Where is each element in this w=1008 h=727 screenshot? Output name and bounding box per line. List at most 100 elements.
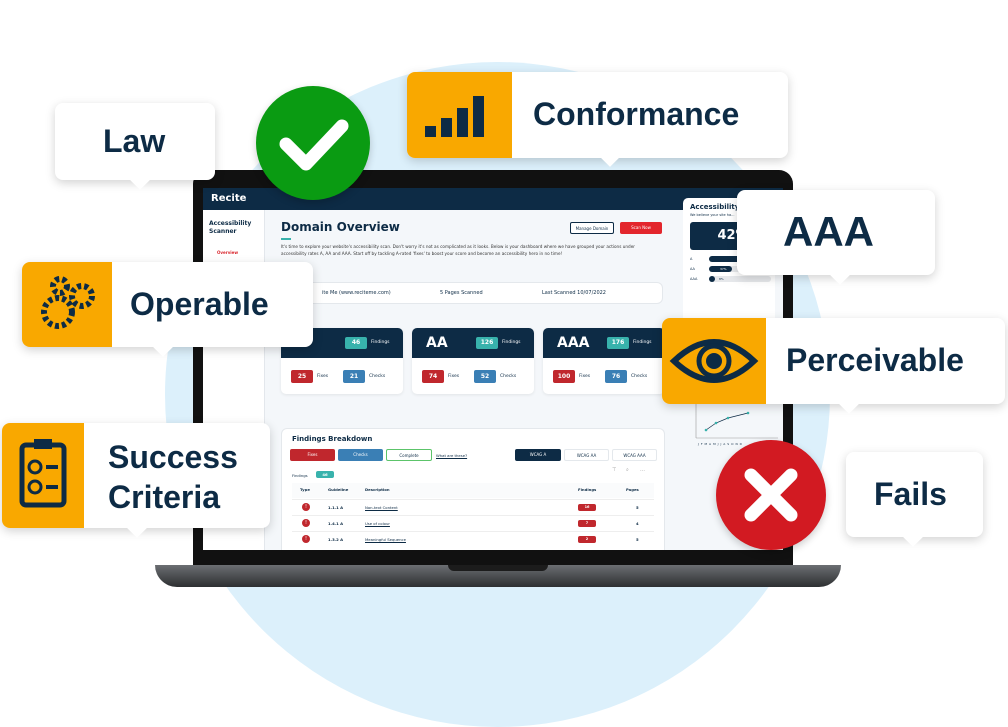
callout-success-criteria: Success Criteria	[2, 423, 270, 538]
col-pages[interactable]: Pages	[626, 487, 639, 492]
domain-name: ite Me (www.reciteme.com)	[322, 290, 391, 296]
wcag-aa-tab[interactable]: WCAG AA	[564, 449, 609, 461]
fixes-count: 74	[422, 370, 444, 383]
findings-count: 176	[607, 337, 629, 349]
findings-count: 46	[316, 471, 334, 478]
level-label: AA	[426, 335, 448, 351]
main-content: Domain Overview Manage Domain Scan Now I…	[265, 210, 675, 550]
callout-law: Law	[55, 103, 215, 190]
sidebar-item-overview[interactable]: Overview	[217, 250, 238, 255]
manage-domain-button[interactable]: Manage Domain	[570, 222, 614, 234]
callout-aaa: AAA	[737, 190, 935, 285]
level-label: AAA	[557, 335, 590, 351]
page-title: Domain Overview	[281, 220, 400, 234]
score-subtitle: We believe your site ha...	[690, 213, 735, 217]
intro-text: It's time to explore your website's acce…	[281, 244, 635, 256]
fixes-label: Fixes	[448, 374, 460, 379]
col-type[interactable]: Type	[300, 487, 310, 492]
description-link[interactable]: Non-text Content	[365, 505, 398, 510]
more-icon[interactable]: …	[640, 467, 645, 473]
bar-value: 8%	[719, 277, 724, 281]
fixes-label: Fixes	[579, 374, 591, 379]
sidebar-title: Accessibility Scanner	[209, 220, 252, 235]
table-row[interactable]: ! 1.4.1 A Use of colour 7 4	[292, 515, 654, 530]
pages-count: 4	[636, 521, 639, 526]
wcag-aaa-tab[interactable]: WCAG AAA	[612, 449, 657, 461]
findings-count: 46	[345, 337, 367, 349]
checks-count: 76	[605, 370, 627, 383]
findings-label: Findings	[371, 340, 390, 345]
checks-label: Checks	[369, 374, 386, 379]
score-bar-fill	[709, 276, 716, 282]
col-guideline: Guideline	[328, 487, 349, 492]
error-icon: !	[302, 503, 310, 511]
callout-perceivable-text: Perceivable	[786, 342, 964, 378]
filter-icon[interactable]: ⊤	[612, 467, 616, 473]
findings-label: Findings	[292, 473, 308, 478]
checks-label: Checks	[500, 374, 517, 379]
bar-label: AAA	[690, 277, 698, 281]
clipboard-checklist-icon	[2, 423, 84, 528]
findings-count: 16	[578, 504, 596, 511]
findings-count: 7	[578, 520, 596, 527]
fixes-tab[interactable]: Fixes	[290, 449, 335, 461]
error-icon: !	[302, 519, 310, 527]
findings-count: 2	[578, 536, 596, 543]
callout-fails: Fails	[846, 452, 983, 547]
wcag-a-tab[interactable]: WCAG A	[515, 449, 561, 461]
callout-law-text: Law	[103, 123, 166, 159]
fixes-count: 25	[291, 370, 313, 383]
callout-perceivable: Perceivable	[662, 318, 1005, 414]
pages-count: 5	[636, 537, 639, 542]
recite-logo: Recite	[211, 193, 247, 204]
callout-success-text: Success Criteria	[108, 439, 238, 515]
x-icon	[716, 440, 826, 550]
col-findings[interactable]: Findings	[578, 487, 596, 492]
guideline: 1.1.1 A	[328, 505, 344, 510]
score-title: Accessibility	[690, 203, 740, 211]
description-link[interactable]: Meaningful Sequence	[365, 537, 406, 542]
error-icon: !	[302, 535, 310, 543]
callout-operable: Operable	[22, 262, 313, 357]
guideline: 1.4.1 A	[328, 521, 344, 526]
breakdown-title: Findings Breakdown	[292, 435, 373, 443]
checks-count: 21	[343, 370, 365, 383]
findings-breakdown: Findings Breakdown Fixes Checks Complete…	[281, 428, 665, 550]
findings-label: Findings	[633, 340, 652, 345]
table-row[interactable]: ! 1.1.1 A Non-text Content 16 5	[292, 499, 654, 514]
eye-icon	[662, 318, 766, 404]
callout-aaa-text: AAA	[783, 208, 874, 255]
checks-count: 52	[474, 370, 496, 383]
gears-icon	[22, 262, 112, 347]
checks-label: Checks	[631, 374, 648, 379]
fixes-count: 100	[553, 370, 575, 383]
pages-scanned: 5 Pages Scanned	[440, 290, 483, 296]
checks-tab[interactable]: Checks	[338, 449, 383, 461]
laptop-notch	[448, 565, 548, 571]
title-underline	[281, 238, 291, 240]
bar-value: 37%	[719, 267, 727, 271]
callout-conformance: Conformance	[407, 72, 788, 167]
callout-conformance-text: Conformance	[533, 96, 740, 132]
domain-info-bar: ite Me (www.reciteme.com) 5 Pages Scanne…	[281, 282, 663, 304]
findings-label: Findings	[502, 340, 521, 345]
what-are-these-link[interactable]: What are these?	[436, 453, 467, 458]
level-card-header: AAA 176 Findings	[543, 328, 665, 358]
bar-label: A	[690, 257, 693, 261]
table-row[interactable]: ! 1.3.2 A Meaningful Sequence 2 5	[292, 531, 654, 546]
search-icon[interactable]: ⌕	[626, 467, 629, 473]
description-link[interactable]: Use of colour	[365, 521, 390, 526]
guideline: 1.3.2 A	[328, 537, 344, 542]
level-card-aaa[interactable]: AAA 176 Findings 100 Fixes 76 Checks	[543, 328, 665, 394]
signal-bars-icon	[407, 72, 512, 158]
complete-tab[interactable]: Complete	[386, 449, 432, 461]
fixes-label: Fixes	[317, 374, 329, 379]
checkmark-icon	[256, 86, 370, 200]
pages-count: 5	[636, 505, 639, 510]
level-card-header: AA 126 Findings	[412, 328, 534, 358]
scan-now-button[interactable]: Scan Now	[620, 222, 662, 234]
callout-fails-text: Fails	[874, 476, 947, 512]
last-scanned: Last Scanned 10/07/2022	[542, 290, 606, 296]
level-card-aa[interactable]: AA 126 Findings 74 Fixes 52 Checks	[412, 328, 534, 394]
table-header: Type Guideline Description Findings Page…	[292, 483, 654, 498]
